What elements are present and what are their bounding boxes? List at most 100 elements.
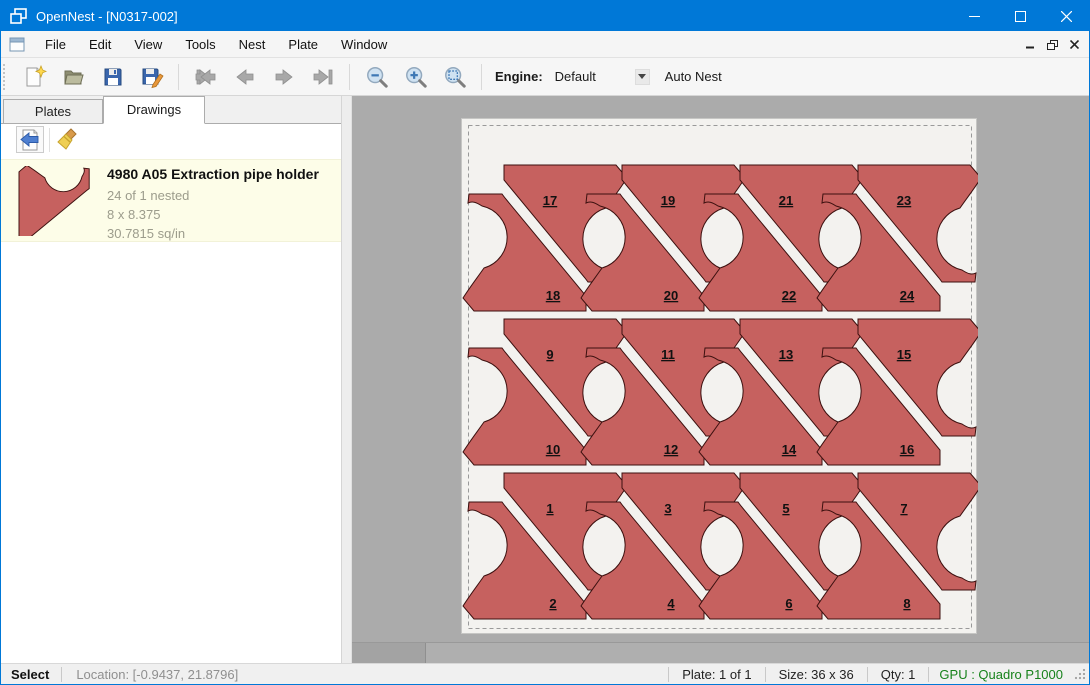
save-icon [101,65,125,89]
part-number-label[interactable]: 22 [782,288,796,303]
menu-window[interactable]: Window [331,33,397,56]
part-number-label[interactable]: 9 [546,347,553,362]
status-plate: Plate: 1 of 1 [669,667,764,682]
part-number-label[interactable]: 5 [782,501,789,516]
mdi-restore-button[interactable] [1041,35,1063,55]
auto-nest-button[interactable]: Auto Nest [659,65,728,88]
import-drawing-icon [19,129,41,151]
menu-plate[interactable]: Plate [278,33,328,56]
maximize-button[interactable] [997,1,1043,31]
minimize-button[interactable] [951,1,997,31]
toolbar-separator [178,64,179,90]
canvas-hscrollbar[interactable] [352,642,1089,663]
part-number-label[interactable]: 2 [549,596,556,611]
drawing-list-item[interactable]: 4980 A05 Extraction pipe holder 24 of 1 … [1,159,341,242]
part-number-label[interactable]: 3 [664,501,671,516]
previous-plate-button[interactable] [233,65,257,89]
nested-parts-view: 171819202122232491011121314151612345678 [462,119,978,635]
app-icon [10,8,27,25]
part-number-label[interactable]: 11 [661,347,675,362]
left-panel: Plates Drawings [1,96,342,663]
part-number-label[interactable]: 21 [779,193,793,208]
status-size: Size: 36 x 36 [766,667,867,682]
status-mode: Select [1,667,61,682]
panel-splitter[interactable] [342,96,352,663]
resize-grip[interactable] [1073,667,1087,681]
part-number-label[interactable]: 8 [903,596,910,611]
engine-select[interactable]: Default [555,69,627,84]
save-as-button[interactable] [140,65,164,89]
first-plate-button[interactable] [194,65,218,89]
minimize-icon [969,11,980,22]
window-title: OpenNest - [N0317-002] [36,9,178,24]
engine-dropdown-button[interactable] [635,69,650,85]
save-as-icon [140,65,164,89]
part-number-label[interactable]: 23 [897,193,911,208]
tab-plates[interactable]: Plates [3,99,103,123]
first-arrow-icon [194,65,218,89]
next-arrow-icon [272,65,296,89]
nest-canvas[interactable]: 171819202122232491011121314151612345678 [352,96,1089,663]
hscrollbar-thumb[interactable] [352,643,426,663]
zoom-in-icon [404,64,428,90]
drawing-title: 4980 A05 Extraction pipe holder [107,166,319,182]
mdi-minimize-button[interactable] [1019,35,1041,55]
open-button[interactable] [62,65,86,89]
part-number-label[interactable]: 16 [900,442,914,457]
status-qty: Qty: 1 [868,667,929,682]
chevron-down-icon [638,74,646,79]
menu-view[interactable]: View [124,33,172,56]
drawing-size: 8 x 8.375 [107,205,319,224]
drawing-item-text: 4980 A05 Extraction pipe holder 24 of 1 … [107,166,319,241]
menu-bar: File Edit View Tools Nest Plate Window [1,31,1089,58]
part-number-label[interactable]: 19 [661,193,675,208]
import-drawing-button[interactable] [16,126,44,153]
part-number-label[interactable]: 7 [900,501,907,516]
toolbar-grip[interactable] [3,64,8,90]
close-icon [1061,11,1072,22]
part-number-label[interactable]: 1 [546,501,553,516]
document-window-icon [9,37,25,52]
part-number-label[interactable]: 14 [782,442,797,457]
panel-toolbar-separator [49,128,50,152]
drawing-nested-count: 24 of 1 nested [107,186,319,205]
menu-edit[interactable]: Edit [79,33,121,56]
part-thumbnail [13,166,97,236]
close-button[interactable] [1043,1,1089,31]
zoom-extents-icon [443,64,467,90]
drawing-area: 30.7815 sq/in [107,224,319,243]
clear-drawings-button[interactable] [55,127,81,153]
new-file-icon [23,65,47,89]
next-plate-button[interactable] [272,65,296,89]
previous-arrow-icon [233,65,257,89]
part-number-label[interactable]: 13 [779,347,793,362]
mdi-close-button[interactable] [1063,35,1085,55]
zoom-out-button[interactable] [365,65,389,89]
last-arrow-icon [311,65,335,89]
panel-tabstrip: Plates Drawings [1,96,341,124]
save-button[interactable] [101,65,125,89]
part-number-label[interactable]: 24 [900,288,915,303]
part-number-label[interactable]: 6 [785,596,792,611]
zoom-extents-button[interactable] [443,65,467,89]
menu-tools[interactable]: Tools [175,33,225,56]
menu-file[interactable]: File [35,33,76,56]
new-button[interactable] [23,65,47,89]
part-number-label[interactable]: 12 [664,442,678,457]
part-number-label[interactable]: 4 [667,596,675,611]
part-number-label[interactable]: 10 [546,442,560,457]
part-number-label[interactable]: 17 [543,193,557,208]
menu-nest[interactable]: Nest [229,33,276,56]
toolbar-separator [481,64,482,90]
main-area: Plates Drawings [1,96,1089,663]
last-plate-button[interactable] [311,65,335,89]
mdi-restore-icon [1047,40,1058,50]
open-folder-icon [62,65,86,89]
part-number-label[interactable]: 18 [546,288,560,303]
part-number-label[interactable]: 15 [897,347,911,362]
zoom-out-icon [365,64,389,90]
zoom-in-button[interactable] [404,65,428,89]
tab-drawings[interactable]: Drawings [103,96,205,124]
maximize-icon [1015,11,1026,22]
part-number-label[interactable]: 20 [664,288,678,303]
